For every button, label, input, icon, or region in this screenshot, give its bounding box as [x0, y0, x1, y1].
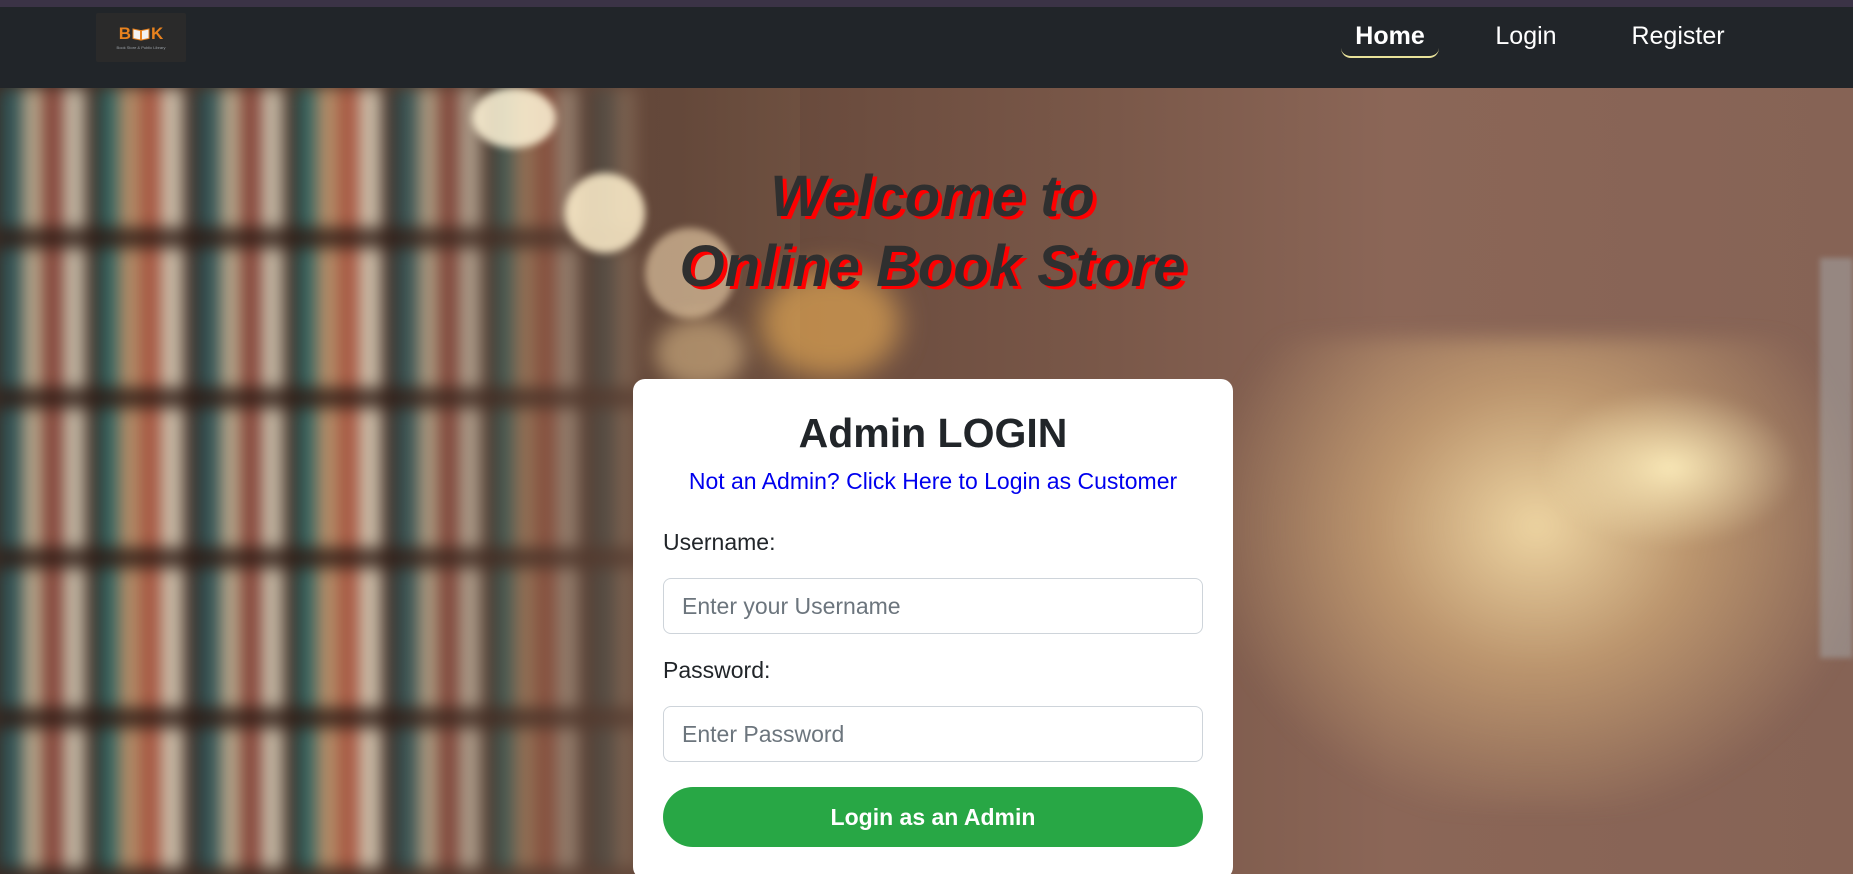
welcome-title: Welcome to Online Book Store	[600, 162, 1265, 302]
username-input[interactable]	[663, 578, 1203, 634]
admin-login-button[interactable]: Login as an Admin	[663, 787, 1203, 847]
admin-login-card: Admin LOGIN Not an Admin? Click Here to …	[633, 379, 1233, 874]
nav-register-link[interactable]: Register	[1620, 16, 1736, 56]
bokeh-light	[472, 88, 556, 148]
customer-login-link[interactable]: Not an Admin? Click Here to Login as Cus…	[633, 467, 1233, 495]
window-light-glow	[1540, 388, 1800, 548]
password-input[interactable]	[663, 706, 1203, 762]
welcome-title-line-2: Online Book Store	[679, 234, 1186, 299]
nav-links: Home Login Register	[0, 7, 1853, 88]
window-top-strip	[0, 0, 1853, 7]
welcome-title-line-1: Welcome to	[770, 164, 1095, 229]
hero-background: Welcome to Online Book Store Admin LOGIN…	[0, 88, 1853, 874]
background-post	[1820, 258, 1853, 658]
login-heading: Admin LOGIN	[798, 410, 1068, 456]
nav-home-link[interactable]: Home	[1341, 16, 1439, 58]
password-label: Password:	[663, 657, 771, 683]
username-label: Username:	[663, 529, 776, 555]
nav-login-link[interactable]: Login	[1483, 16, 1569, 56]
bokeh-light	[655, 318, 745, 388]
navbar: B K Book Store & Public Library Home Log…	[0, 7, 1853, 88]
